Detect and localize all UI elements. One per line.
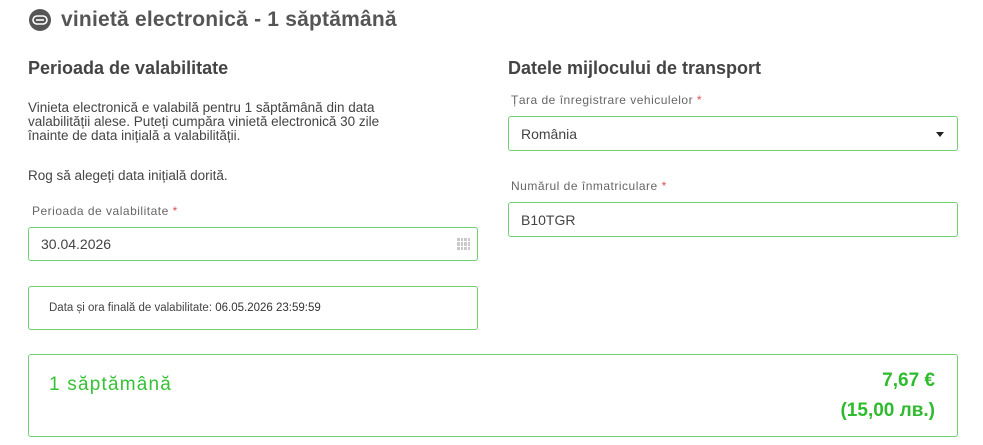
- validity-description: Vinieta electronică e valabilă pentru 1 …: [28, 101, 379, 143]
- plate-label: Numărul de înmatriculare *: [511, 179, 667, 193]
- validity-description-line-1: Vinieta electronică e valabilă pentru 1 …: [28, 100, 375, 115]
- plate-label-text: Numărul de înmatriculare: [511, 179, 658, 193]
- country-label: Țara de înregistrare vehiculelor *: [511, 93, 702, 107]
- vehicle-section-title: Datele mijlocului de transport: [508, 58, 762, 78]
- page-header: vinietă electronică - 1 săptămână: [29, 6, 397, 34]
- select-date-instruction: Rog să alegeți data inițială dorită.: [28, 168, 228, 183]
- validity-end-info-box: Data și ora finală de valabilitate: 06.0…: [28, 286, 478, 330]
- validity-date-input[interactable]: 30.04.2026: [28, 227, 478, 261]
- price-eur: 7,67 €: [882, 370, 935, 391]
- chevron-down-icon[interactable]: [936, 132, 944, 137]
- required-marker: *: [661, 179, 667, 193]
- validity-end-value: 06.05.2026 23:59:59: [215, 302, 321, 314]
- plate-number-value: B10TGR: [521, 211, 576, 228]
- country-select-value: România: [521, 125, 578, 142]
- summary-period: 1 săptămână: [49, 374, 173, 395]
- country-select[interactable]: România: [508, 116, 958, 151]
- validity-description-line-2: valabilității alese. Puteți cumpăra vini…: [28, 114, 380, 129]
- validity-date-value: 30.04.2026: [41, 236, 112, 252]
- validity-description-line-3: înainte de data inițială a valabilității…: [28, 128, 241, 143]
- calendar-icon[interactable]: [457, 238, 470, 250]
- price-bgn: (15,00 лв.): [840, 400, 935, 421]
- validity-date-label-text: Perioada de valabilitate: [32, 204, 169, 218]
- validity-end-info: Data și ora finală de valabilitate: 06.0…: [49, 302, 321, 314]
- plate-number-input[interactable]: B10TGR: [508, 202, 958, 237]
- required-marker: *: [172, 204, 178, 218]
- required-marker: *: [696, 93, 703, 107]
- validity-end-label: Data și ora finală de valabilitate:: [49, 302, 213, 314]
- country-label-text: Țara de înregistrare vehiculelor: [511, 93, 694, 107]
- validity-date-label: Perioada de valabilitate *: [32, 204, 178, 218]
- validity-section-title: Perioada de valabilitate: [28, 58, 229, 78]
- price-summary: 1 săptămână 7,67 € (15,00 лв.): [28, 354, 958, 437]
- vignette-icon: [29, 9, 51, 31]
- page-title: vinietă electronică - 1 săptămână: [61, 8, 397, 31]
